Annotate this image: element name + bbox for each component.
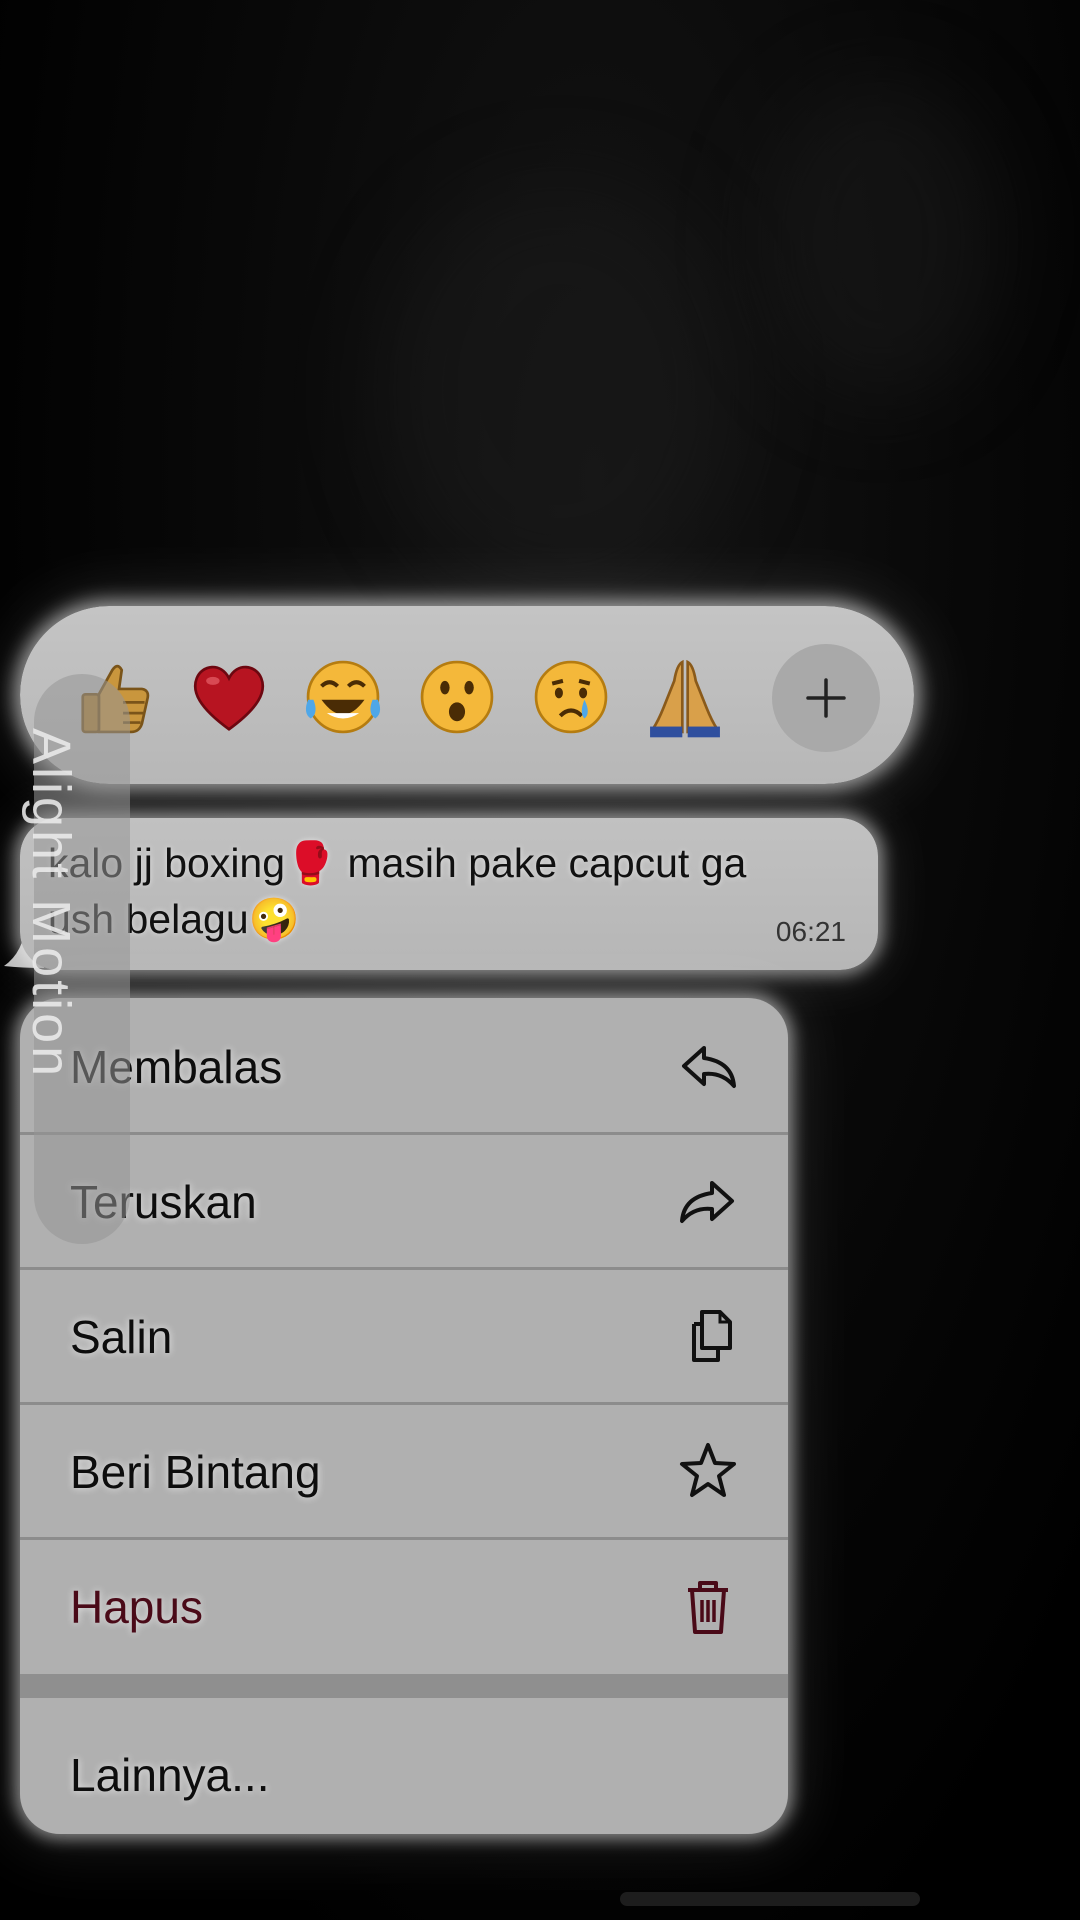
reaction-tears-of-joy[interactable] (298, 652, 388, 742)
reaction-red-heart[interactable] (184, 652, 274, 742)
reaction-crying-face[interactable] (526, 652, 616, 742)
more-reactions-button[interactable] (772, 644, 880, 752)
menu-item-star[interactable]: Beri Bintang (20, 1403, 788, 1540)
trash-icon (688, 1581, 728, 1634)
menu-item-label: Salin (70, 1311, 173, 1363)
background-blur (760, 80, 1000, 400)
home-indicator[interactable] (620, 1892, 920, 1906)
plus-icon (806, 678, 846, 718)
menu-item-more[interactable]: Lainnya... (20, 1698, 788, 1832)
crying-face-icon (534, 660, 608, 734)
star-icon (680, 1443, 736, 1497)
folded-hands-icon (650, 659, 720, 738)
tears-of-joy-icon (305, 660, 381, 734)
reply-icon (682, 1046, 736, 1088)
menu-item-forward[interactable]: Teruskan (20, 1133, 788, 1270)
menu-item-delete[interactable]: Hapus (20, 1538, 788, 1672)
reaction-bar (20, 606, 914, 784)
message-text-line-1: kalo jj boxing🥊 masih pake capcut ga (48, 840, 747, 886)
menu-item-label: Beri Bintang (70, 1446, 321, 1498)
reaction-folded-hands[interactable] (640, 652, 730, 742)
menu-item-label: Lainnya... (70, 1749, 270, 1801)
forward-icon (680, 1181, 734, 1223)
menu-item-label: Hapus (70, 1581, 203, 1633)
menu-item-reply[interactable]: Membalas (20, 998, 788, 1135)
background-blur (380, 180, 740, 600)
reaction-open-mouth[interactable] (412, 652, 502, 742)
red-heart-icon (193, 665, 265, 731)
copy-icon (692, 1310, 732, 1362)
watermark-text: Alight Motion (21, 728, 81, 1080)
screen: kalo jj boxing🥊 masih pake capcut ga ush… (0, 0, 1080, 1920)
message-context-menu: Membalas Teruskan Salin Beri Bintang Hap… (20, 998, 788, 1834)
menu-item-copy[interactable]: Salin (20, 1268, 788, 1405)
menu-separator (20, 1674, 788, 1698)
message-bubble[interactable]: kalo jj boxing🥊 masih pake capcut ga ush… (20, 818, 878, 970)
message-timestamp: 06:21 (775, 916, 846, 947)
open-mouth-icon (420, 660, 494, 734)
